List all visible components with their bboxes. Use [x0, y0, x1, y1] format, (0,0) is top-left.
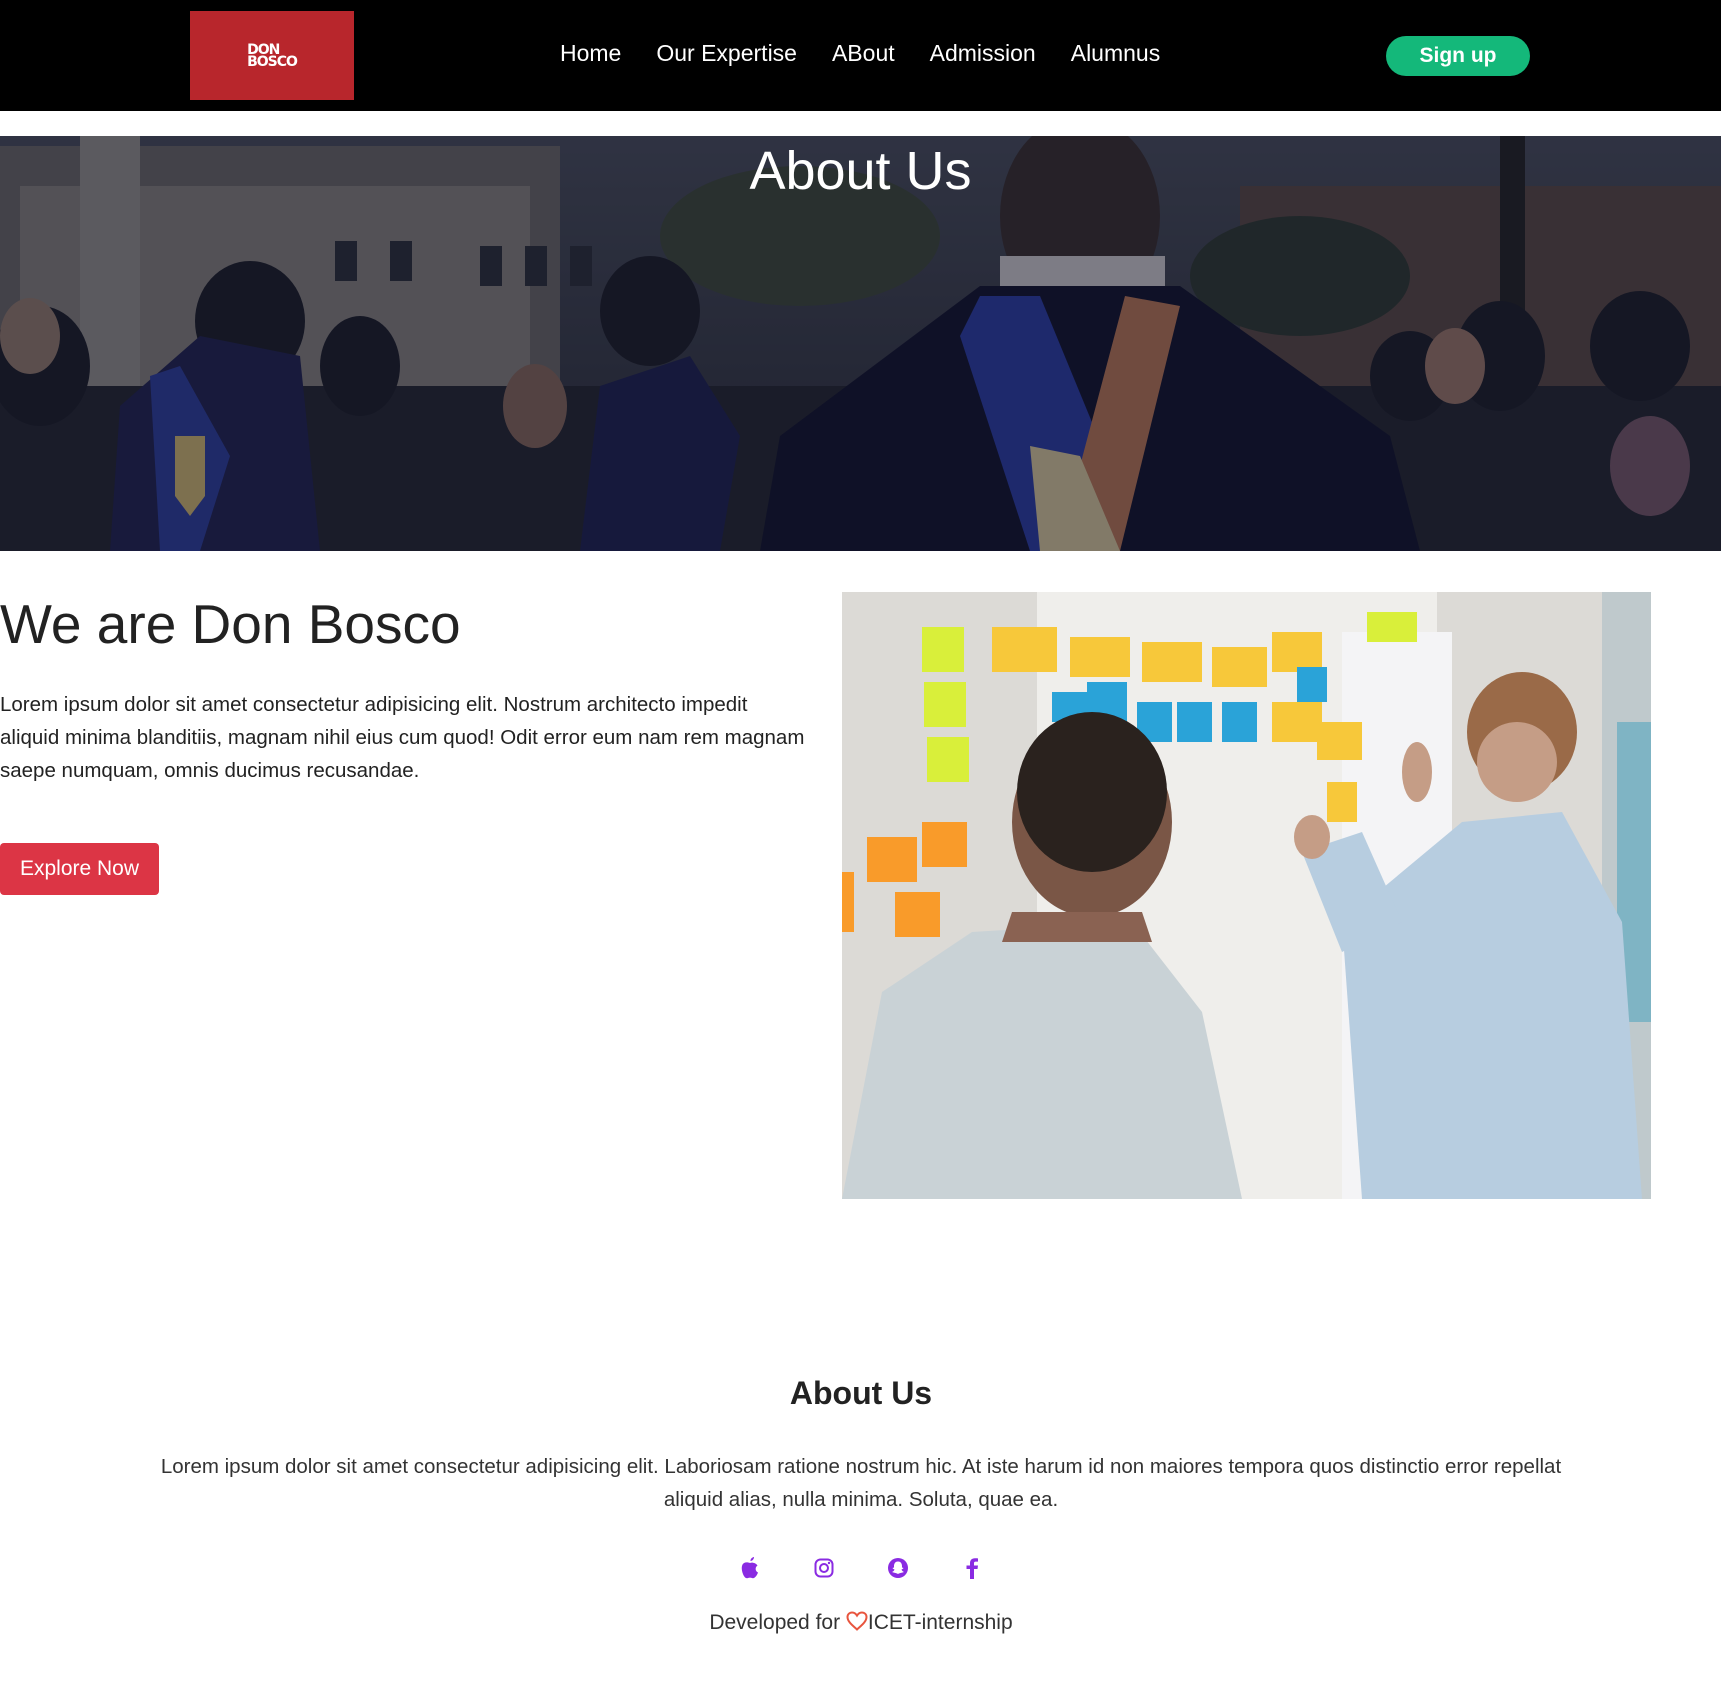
nav-item-admission[interactable]: Admission	[930, 40, 1036, 67]
signup-button[interactable]: Sign up	[1386, 36, 1530, 76]
explore-now-button[interactable]: Explore Now	[0, 843, 159, 895]
nav-links: Home Our Expertise ABout Admission Alumn…	[560, 40, 1195, 67]
brand-logo[interactable]: DON BOSCO	[190, 11, 354, 100]
credit-prefix: Developed for	[709, 1611, 846, 1634]
hero-title: About Us	[749, 141, 972, 201]
heart-icon	[846, 1611, 868, 1637]
whiteboard-photo-illustration	[842, 592, 1651, 1199]
nav-item-about[interactable]: ABout	[832, 40, 895, 67]
social-links	[0, 1556, 1722, 1580]
nav-item-our-expertise[interactable]: Our Expertise	[656, 40, 797, 67]
intro-heading: We are Don Bosco	[0, 593, 461, 655]
nav-item-alumnus[interactable]: Alumnus	[1071, 40, 1160, 67]
intro-paragraph: Lorem ipsum dolor sit amet consectetur a…	[0, 693, 805, 782]
hero-banner: About Us	[0, 136, 1721, 551]
logo-wordmark: DON BOSCO	[247, 41, 298, 70]
snapchat-icon[interactable]	[886, 1556, 910, 1580]
footer-credit: Developed for ICET-internship	[0, 1611, 1722, 1637]
nav-item-home[interactable]: Home	[560, 40, 621, 67]
facebook-icon[interactable]	[960, 1556, 984, 1580]
instagram-icon[interactable]	[812, 1556, 836, 1580]
footer-title: About Us	[789, 1375, 933, 1411]
footer-text: Lorem ipsum dolor sit amet consectetur a…	[160, 1455, 1562, 1511]
apple-icon[interactable]	[738, 1556, 762, 1580]
credit-suffix[interactable]: ICET-internship	[868, 1611, 1013, 1634]
team-whiteboard-image	[842, 592, 1651, 1199]
navbar: DON BOSCO Home Our Expertise ABout Admis…	[0, 0, 1721, 111]
